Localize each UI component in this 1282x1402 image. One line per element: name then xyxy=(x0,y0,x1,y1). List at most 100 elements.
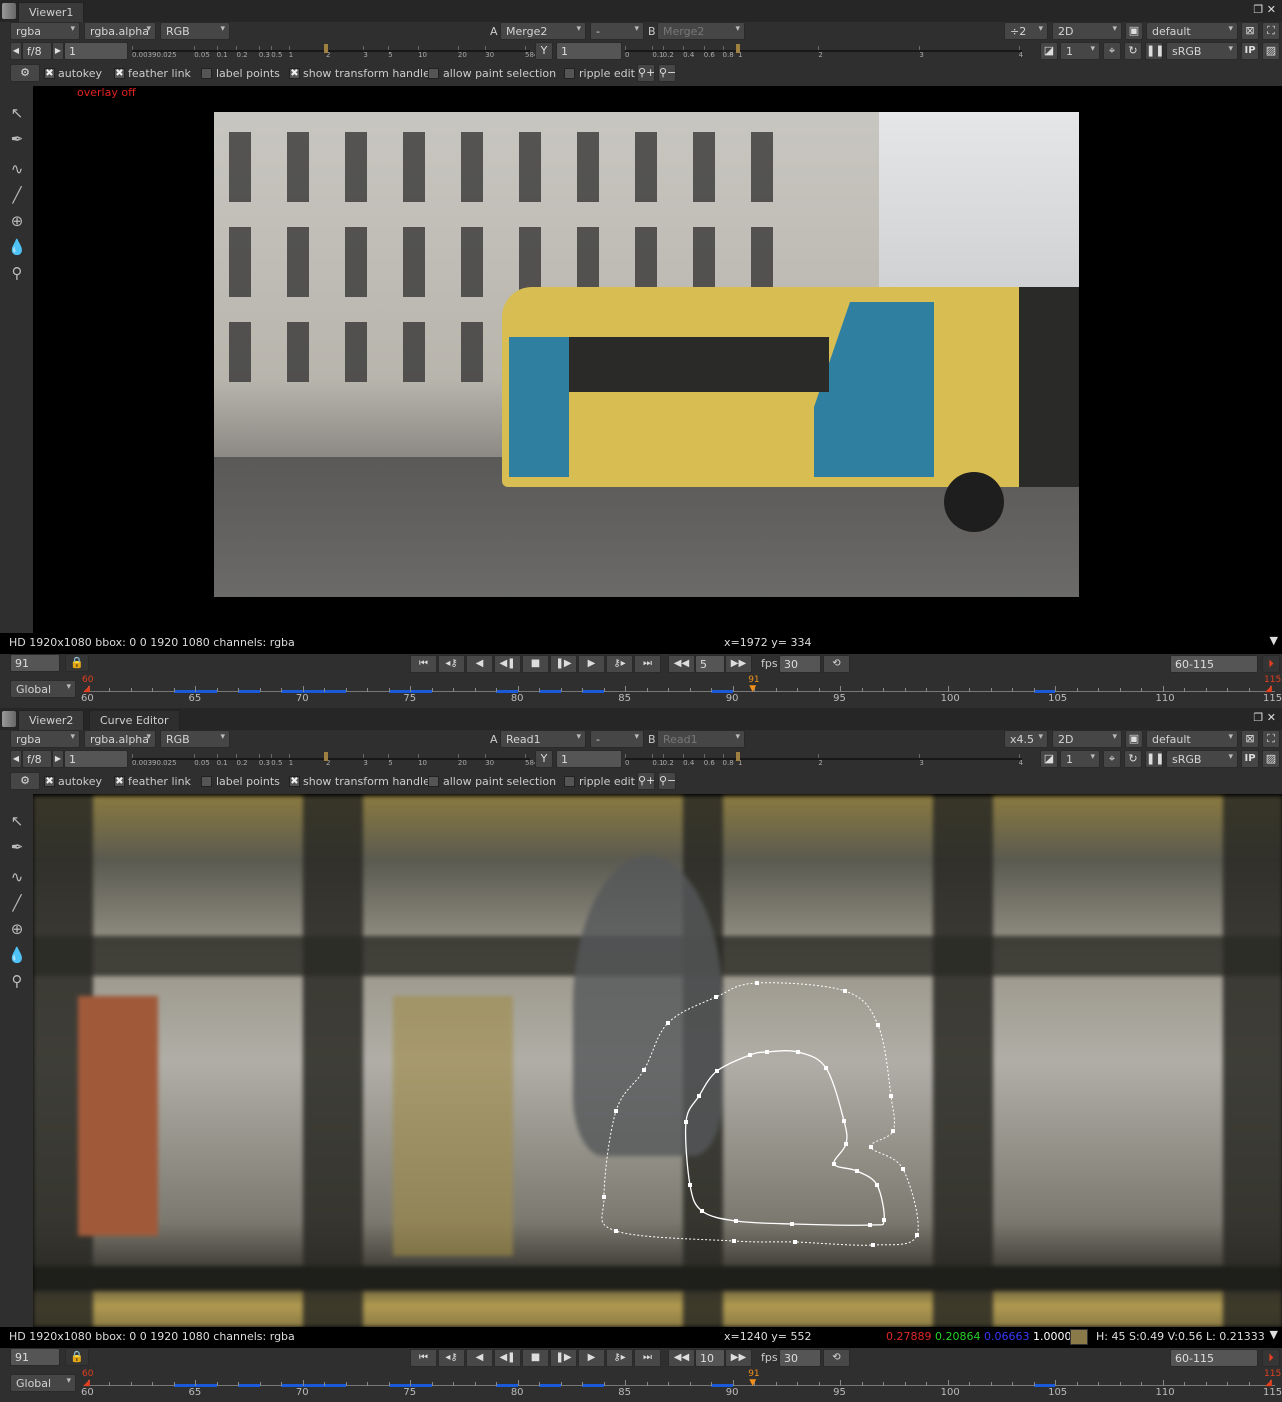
render-region-icon[interactable]: ⌖ xyxy=(1103,750,1121,768)
select-arrow-icon[interactable]: ↖ xyxy=(7,812,27,832)
close-icon[interactable]: ✕ xyxy=(1267,3,1276,16)
add-point-icon[interactable]: ⚲+ xyxy=(637,772,655,790)
colorspace-dropdown[interactable]: sRGB xyxy=(1166,750,1238,768)
play-forward-icon[interactable]: ❚▶ xyxy=(550,1349,577,1367)
proxy-icon[interactable]: ◪ xyxy=(1040,42,1058,60)
roto-control-point[interactable] xyxy=(714,995,718,999)
roto-control-point[interactable] xyxy=(915,1233,919,1237)
gain-field[interactable]: 1 xyxy=(64,750,128,768)
float-icon[interactable]: ❐ xyxy=(1253,3,1263,16)
fstop-prev-icon[interactable]: ◀ xyxy=(10,42,22,60)
input-a-dropdown[interactable]: Read1 xyxy=(500,730,586,748)
roi-icon[interactable]: ⊠ xyxy=(1241,22,1259,40)
blur-drop-icon[interactable]: 💧 xyxy=(7,946,27,966)
timeline-scrubber[interactable]: 60 65 70 75 80 85 90 95 100 105 110 115 60 ◢ 115 ◢ 91 ▼ xyxy=(80,1369,1282,1401)
fstop-field[interactable]: f/8 xyxy=(22,42,52,60)
brush-icon[interactable]: ╱ xyxy=(7,894,27,914)
roto-control-point[interactable] xyxy=(875,1183,879,1187)
pause-icon[interactable]: ❚❚ xyxy=(1145,750,1164,768)
frame-step-field[interactable]: 5 xyxy=(695,655,725,673)
channels-dropdown[interactable]: rgba xyxy=(10,730,80,748)
roto-control-point[interactable] xyxy=(614,1229,618,1233)
input-a-dropdown[interactable]: Merge2 xyxy=(500,22,586,40)
roto-control-point[interactable] xyxy=(614,1109,618,1113)
camera-icon[interactable]: ▣ xyxy=(1125,22,1143,40)
roto-control-point[interactable] xyxy=(755,981,759,985)
frame-step-field[interactable]: 10 xyxy=(695,1349,725,1367)
dodge-icon[interactable]: ⚲ xyxy=(7,264,27,284)
step-forward-icon[interactable]: ▶▶ xyxy=(725,655,752,673)
play-forward-icon[interactable]: ❚▶ xyxy=(550,655,577,673)
input-process-button[interactable]: IP xyxy=(1241,42,1259,60)
checkbox-allow-paint-selection[interactable] xyxy=(428,776,439,787)
checkbox-show-transform-handle[interactable]: ✖ xyxy=(289,776,300,787)
roto-control-point[interactable] xyxy=(796,1050,800,1054)
lock-icon[interactable]: 🔒 xyxy=(65,654,89,672)
input-b-dropdown[interactable]: Merge2 xyxy=(657,22,745,40)
gamma-toggle[interactable]: Y xyxy=(535,42,553,60)
prev-frame-icon[interactable]: ◀ xyxy=(466,655,493,673)
fullscreen-icon[interactable]: ⛶ xyxy=(1262,22,1280,40)
gain-field[interactable]: 1 xyxy=(64,42,128,60)
roto-control-point[interactable] xyxy=(891,1129,895,1133)
slider-knob[interactable] xyxy=(324,44,329,53)
checkbox-ripple-edit[interactable] xyxy=(564,776,575,787)
dodge-icon[interactable]: ⚲ xyxy=(7,972,27,992)
clipping-warning-icon[interactable]: ▨ xyxy=(1262,750,1280,768)
info-menu-arrow-icon[interactable]: ▼ xyxy=(1270,634,1278,647)
fstop-field[interactable]: f/8 xyxy=(22,750,52,768)
next-keyframe-icon[interactable]: ⚷▸ xyxy=(606,655,633,673)
in-point-marker[interactable]: ◢ xyxy=(83,684,90,694)
step-forward-icon[interactable]: ▶▶ xyxy=(725,1349,752,1367)
roto-control-point[interactable] xyxy=(844,1142,848,1146)
gamma-field[interactable]: 1 xyxy=(556,42,622,60)
settings-gear-icon[interactable]: ⚙ xyxy=(10,64,40,82)
camera-icon[interactable]: ▣ xyxy=(1125,730,1143,748)
roto-control-point[interactable] xyxy=(855,1169,859,1173)
first-frame-icon[interactable]: ⏮ xyxy=(410,655,437,673)
roto-control-point[interactable] xyxy=(868,1223,872,1227)
settings-gear-icon[interactable]: ⚙ xyxy=(10,772,40,790)
checkbox-feather-link[interactable]: ✖ xyxy=(114,68,125,79)
stop-icon[interactable]: ■ xyxy=(522,655,549,673)
render-region-icon[interactable]: ⌖ xyxy=(1103,42,1121,60)
checkbox-feather-link[interactable]: ✖ xyxy=(114,776,125,787)
checkbox-label-points[interactable] xyxy=(201,776,212,787)
checkbox-allow-paint-selection[interactable] xyxy=(428,68,439,79)
downscale-dropdown[interactable]: 1 xyxy=(1060,42,1100,60)
bezier-pen-icon[interactable]: ✒ xyxy=(7,838,27,858)
gain-slider[interactable]: 0.00390.025 0.05 0.1 0.2 0.3 0.5 1 2 3 5 10 20 30 584 xyxy=(132,42,538,60)
roto-control-point[interactable] xyxy=(882,1218,886,1222)
out-point-marker[interactable]: ◢ xyxy=(1265,684,1272,694)
current-frame-field[interactable]: 91 xyxy=(10,654,60,672)
roto-control-point[interactable] xyxy=(843,989,847,993)
slider-knob[interactable] xyxy=(735,752,740,761)
add-point-icon[interactable]: ⚲+ xyxy=(637,64,655,82)
current-frame-field[interactable]: 91 xyxy=(10,1348,60,1366)
viewer-canvas[interactable]: overlay off xyxy=(33,86,1282,633)
fstop-next-icon[interactable]: ▶ xyxy=(52,42,64,60)
slider-knob[interactable] xyxy=(324,752,329,761)
tab-viewer2[interactable]: Viewer2 xyxy=(18,710,85,730)
display-channel-dropdown[interactable]: RGB xyxy=(160,730,230,748)
loop-mode-icon[interactable]: ⟲ xyxy=(823,1349,850,1367)
input-b-dropdown[interactable]: Read1 xyxy=(657,730,745,748)
bezier-pen-icon[interactable]: ✒ xyxy=(7,130,27,150)
range-lock-icon[interactable]: ⏵ xyxy=(1262,655,1280,673)
fps-field[interactable]: 30 xyxy=(779,655,821,673)
checkbox-ripple-edit[interactable] xyxy=(564,68,575,79)
roto-shape-curve[interactable] xyxy=(684,1050,885,1226)
roto-overlay[interactable] xyxy=(33,794,1282,1327)
fullscreen-icon[interactable]: ⛶ xyxy=(1262,730,1280,748)
blur-drop-icon[interactable]: 💧 xyxy=(7,238,27,258)
gain-slider[interactable]: 0.00390.025 0.05 0.1 0.2 0.3 0.5 1 2 3 5 10 20 30 584 xyxy=(132,750,538,768)
timeline-scrubber[interactable]: 60 65 70 75 80 85 90 95 100 105 110 115 60 ◢ 115 ◢ 91 ▼ xyxy=(80,675,1282,707)
checkbox-autokey[interactable]: ✖ xyxy=(44,776,55,787)
brush-icon[interactable]: ╱ xyxy=(7,186,27,206)
prev-keyframe-icon[interactable]: ◂⚷ xyxy=(438,1349,465,1367)
roto-control-point[interactable] xyxy=(765,1050,769,1054)
display-channel-dropdown[interactable]: RGB xyxy=(160,22,230,40)
last-frame-icon[interactable]: ⏭ xyxy=(634,1349,661,1367)
roto-control-point[interactable] xyxy=(715,1069,719,1073)
step-back-icon[interactable]: ◀◀ xyxy=(668,655,695,673)
